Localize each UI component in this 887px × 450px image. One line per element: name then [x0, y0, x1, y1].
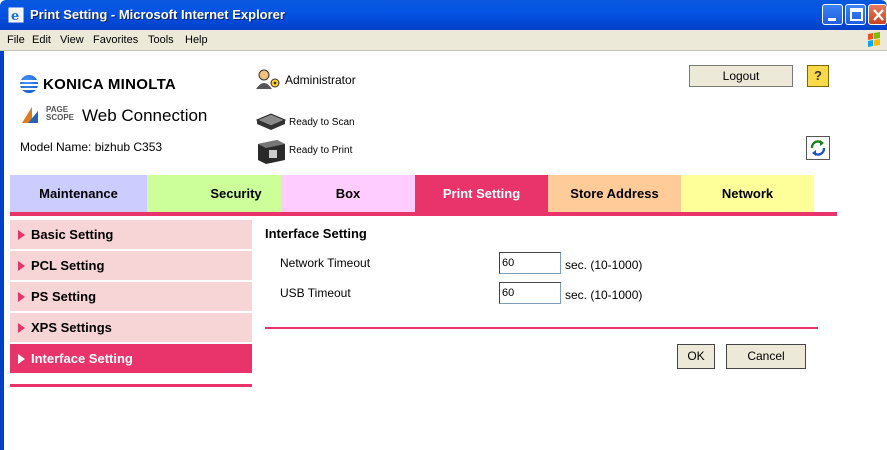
minimize-icon — [828, 18, 836, 21]
menu-file-label: File — [7, 34, 25, 46]
menu-help[interactable]: Help — [185, 34, 208, 46]
sidebar-item-interface-setting[interactable]: Interface Setting — [10, 344, 252, 373]
usb-timeout-input[interactable] — [499, 282, 561, 304]
tab-security[interactable]: Security — [147, 175, 281, 212]
tab-store-address-label: Store Address — [570, 186, 659, 201]
menu-bar: File Edit View Favorites Tools Help — [0, 30, 887, 51]
menu-edit[interactable]: Edit — [32, 34, 51, 46]
sidebar-item-label: Interface Setting — [31, 351, 133, 366]
window-left-border — [0, 51, 4, 450]
konica-minolta-logo-icon — [20, 75, 38, 93]
network-timeout-unit: sec. (10-1000) — [565, 258, 643, 272]
product-name: Web Connection — [82, 106, 208, 125]
usb-timeout-unit: sec. (10-1000) — [565, 288, 643, 302]
maximize-icon — [850, 8, 863, 21]
cancel-button[interactable]: Cancel — [726, 344, 806, 369]
menu-favorites-label: Favorites — [93, 34, 139, 46]
network-timeout-input[interactable] — [499, 252, 561, 274]
menu-favorites[interactable]: Favorites — [93, 34, 138, 46]
tab-security-label: Security — [210, 186, 262, 201]
pagescope-tag: PAGE SCOPE — [46, 106, 74, 122]
sidebar-item-label: PCL Setting — [31, 258, 105, 273]
window-title: Print Setting - Microsoft Internet Explo… — [30, 7, 285, 22]
model-name: Model Name: bizhub C353 — [20, 140, 163, 154]
menu-tools[interactable]: Tools — [148, 34, 174, 46]
pagescope-logo-icon — [22, 107, 38, 123]
scan-status: Ready to Scan — [289, 117, 355, 128]
tab-print-setting[interactable]: Print Setting — [415, 175, 548, 212]
refresh-icon — [810, 140, 826, 156]
menu-edit-label: Edit — [32, 34, 51, 46]
arrow-right-icon — [18, 292, 25, 302]
sidebar-item-xps-settings[interactable]: XPS Settings — [10, 313, 252, 342]
section-title: Interface Setting — [265, 226, 367, 241]
tab-box-label: Box — [335, 186, 361, 201]
sidebar-item-pcl-setting[interactable]: PCL Setting — [10, 251, 252, 280]
user-name: Administrator — [285, 73, 356, 87]
printer-icon — [258, 140, 285, 164]
administrator-icon — [256, 69, 280, 89]
pagescope-tag-bottom: SCOPE — [46, 113, 75, 122]
ok-button[interactable]: OK — [677, 344, 715, 369]
sidebar-item-label: XPS Settings — [31, 320, 112, 335]
minimize-button[interactable] — [822, 4, 843, 25]
svg-text:e: e — [11, 9, 19, 23]
menu-help-label: Help — [185, 34, 208, 46]
tab-box[interactable]: Box — [281, 175, 415, 212]
brand-name: KONICA MINOLTA — [43, 76, 177, 93]
windows-logo-icon — [860, 31, 887, 50]
scanner-icon — [255, 113, 287, 130]
menu-view[interactable]: View — [60, 34, 84, 46]
arrow-right-icon — [18, 354, 25, 364]
form-divider — [265, 327, 818, 329]
tab-store-address[interactable]: Store Address — [548, 175, 681, 212]
help-button[interactable]: ? — [807, 65, 829, 87]
tab-print-setting-label: Print Setting — [442, 186, 521, 201]
sidebar-item-label: Basic Setting — [31, 227, 114, 242]
arrow-right-icon — [18, 323, 25, 333]
usb-timeout-label: USB Timeout — [280, 286, 351, 300]
close-icon — [873, 9, 884, 21]
tab-network[interactable]: Network — [681, 175, 814, 212]
tab-maintenance-label: Maintenance — [39, 186, 118, 201]
sidebar-item-label: PS Setting — [31, 289, 97, 304]
sidebar-item-ps-setting[interactable]: PS Setting — [10, 282, 252, 311]
refresh-button[interactable] — [806, 136, 830, 160]
arrow-right-icon — [18, 230, 25, 240]
maximize-button[interactable] — [845, 4, 866, 25]
tab-network-label: Network — [721, 186, 774, 201]
sidebar-divider — [10, 384, 252, 387]
menu-tools-label: Tools — [148, 34, 174, 46]
internet-explorer-icon: e — [8, 7, 24, 23]
logout-button[interactable]: Logout — [689, 65, 793, 87]
tab-underline — [10, 212, 837, 216]
arrow-right-icon — [18, 261, 25, 271]
window-titlebar: e Print Setting - Microsoft Internet Exp… — [0, 0, 887, 30]
close-button[interactable] — [868, 4, 887, 25]
tab-maintenance[interactable]: Maintenance — [10, 175, 147, 212]
menu-view-label: View — [60, 34, 84, 46]
network-timeout-label: Network Timeout — [280, 256, 371, 270]
menu-file[interactable]: File — [7, 34, 25, 46]
print-status: Ready to Print — [289, 145, 353, 156]
sidebar-item-basic-setting[interactable]: Basic Setting — [10, 220, 252, 249]
